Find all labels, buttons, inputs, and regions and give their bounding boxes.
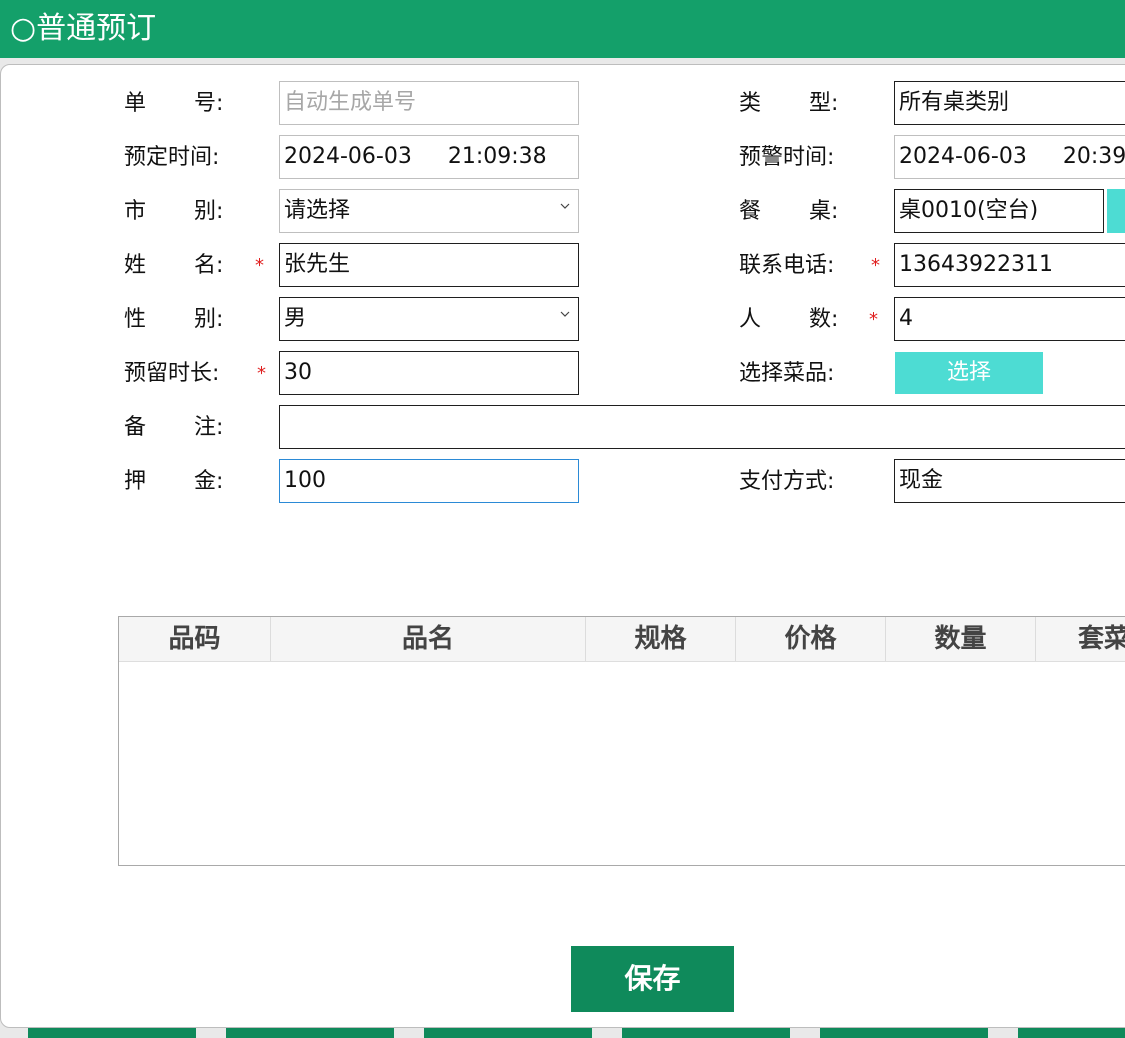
hold-duration-label: 预留时长: (124, 361, 220, 386)
bottom-tab[interactable] (226, 1028, 394, 1038)
alert-time-input[interactable]: 2024-06-03 20:39 (894, 135, 1125, 179)
remark-input[interactable] (279, 405, 1125, 449)
gender-value: 男 (284, 306, 307, 331)
gender-select[interactable]: 男 (279, 297, 579, 341)
people-required-mark: * (869, 309, 878, 330)
deposit-input[interactable]: 100 (279, 459, 579, 503)
phone-required-mark: * (871, 255, 880, 276)
deposit-label: 押 金: (124, 469, 224, 494)
alert-time-label: 预警时间: (739, 145, 835, 170)
table-input[interactable]: 桌0010(空台) (894, 189, 1104, 233)
bottom-tab[interactable] (622, 1028, 790, 1038)
col-spec[interactable]: 规格 (586, 617, 736, 661)
col-name[interactable]: 品名 (271, 617, 586, 661)
book-time-date: 2024-06-03 (284, 144, 412, 169)
book-time-label: 预定时间: (124, 145, 220, 170)
bottom-tab[interactable] (1018, 1028, 1125, 1038)
market-value: 请选择 (284, 198, 351, 223)
type-label: 类 型: (739, 91, 839, 116)
hold-duration-input[interactable]: 30 (279, 351, 579, 395)
gender-label: 性 别: (124, 307, 224, 332)
type-select[interactable]: 所有桌类别 (894, 81, 1125, 125)
people-input[interactable]: 4 (894, 297, 1125, 341)
table-pick-button[interactable] (1107, 189, 1125, 233)
title-bar: ○普通预订 (0, 0, 1125, 58)
payment-method-label: 支付方式: (739, 469, 835, 494)
book-time-input[interactable]: 2024-06-03 21:09:38 (279, 135, 579, 179)
table-label: 餐 桌: (739, 199, 839, 224)
bottom-tab-strip (0, 1028, 1125, 1038)
alert-time-date: 2024-06-03 (899, 144, 1027, 169)
order-no-label: 单 号: (124, 91, 224, 116)
bottom-tab[interactable] (28, 1028, 196, 1038)
phone-input[interactable]: 13643922311 (894, 243, 1125, 287)
col-qty[interactable]: 数量 (886, 617, 1036, 661)
alert-time-clock: 20:39 (1062, 144, 1125, 169)
name-required-mark: * (255, 255, 264, 276)
book-time-clock: 21:09:38 (447, 144, 547, 169)
name-input[interactable]: 张先生 (279, 243, 579, 287)
col-code[interactable]: 品码 (119, 617, 271, 661)
save-button[interactable]: 保存 (571, 946, 734, 1012)
hold-required-mark: * (257, 363, 266, 384)
market-label: 市 别: (124, 199, 224, 224)
col-set[interactable]: 套菜 (1036, 617, 1125, 661)
select-dishes-button[interactable]: 选择 (895, 352, 1043, 394)
dishes-label: 选择菜品: (739, 361, 835, 386)
bottom-tab[interactable] (820, 1028, 988, 1038)
dish-table-header: 品码 品名 规格 价格 数量 套菜 (119, 617, 1125, 662)
market-select[interactable]: 请选择 (279, 189, 579, 233)
people-label: 人 数: (739, 307, 839, 332)
payment-method-select[interactable]: 现金 (894, 459, 1125, 503)
dish-table: 品码 品名 规格 价格 数量 套菜 (118, 616, 1125, 866)
bottom-tab[interactable] (424, 1028, 592, 1038)
phone-label: 联系电话: (739, 253, 835, 278)
name-label: 姓 名: (124, 253, 224, 278)
chevron-down-icon (560, 311, 570, 317)
chevron-down-icon (560, 203, 570, 209)
booking-form-panel: 单 号: 自动生成单号 类 型: 所有桌类别 预定时间: 2024-06-03 2… (0, 64, 1125, 1028)
order-no-input[interactable]: 自动生成单号 (279, 81, 579, 125)
remark-label: 备 注: (124, 415, 224, 440)
col-price[interactable]: 价格 (736, 617, 886, 661)
page-title: ○普通预订 (10, 11, 157, 46)
